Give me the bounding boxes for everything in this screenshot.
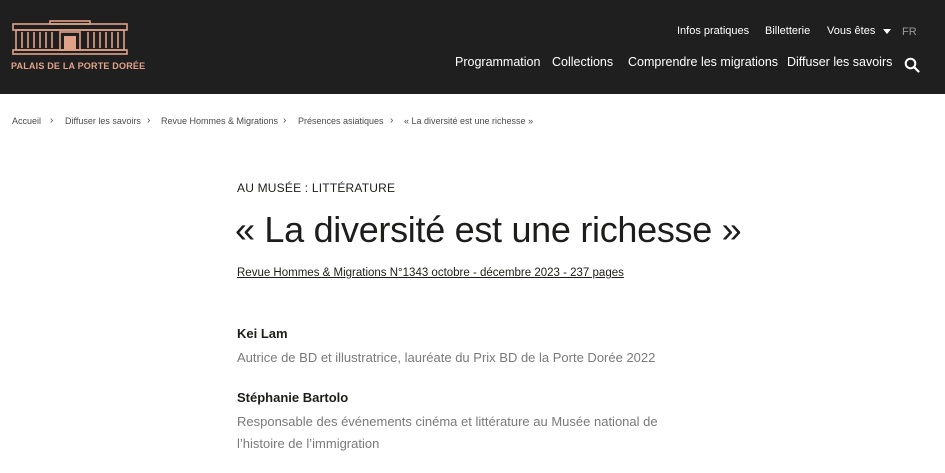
author-name: Stéphanie Bartolo [237, 390, 349, 405]
nav-vous-etes[interactable]: Vous êtes [827, 25, 892, 37]
article-category: AU MUSÉE : LITTÉRATURE [237, 181, 396, 195]
chevron-right-icon: › [390, 115, 394, 126]
chevron-right-icon: › [50, 115, 54, 126]
nav-billetterie[interactable]: Billetterie [765, 25, 810, 37]
breadcrumb-accueil[interactable]: Accueil [12, 116, 41, 126]
breadcrumb-presences-asiatiques[interactable]: Présences asiatiques [298, 116, 384, 126]
nav-diffuser-les-savoirs[interactable]: Diffuser les savoirs [787, 55, 892, 69]
site-header: PALAIS DE LA PORTE DORÉE Infos pratiques… [0, 0, 945, 94]
site-logo[interactable]: PALAIS DE LA PORTE DORÉE [11, 20, 145, 76]
author-role: Autrice de BD et illustratrice, lauréate… [237, 350, 656, 365]
nav-infos-pratiques[interactable]: Infos pratiques [677, 25, 749, 37]
chevron-right-icon: › [147, 115, 151, 126]
logo-text: PALAIS DE LA PORTE DORÉE [11, 61, 146, 71]
nav-vous-etes-label: Vous êtes [827, 25, 876, 37]
breadcrumb-current-page: « La diversité est une richesse » [404, 116, 534, 126]
language-switch[interactable]: FR [902, 26, 917, 38]
page-title: « La diversité est une richesse » [235, 209, 742, 250]
author-name: Kei Lam [237, 326, 288, 341]
palace-logo-icon [12, 20, 128, 55]
breadcrumb-diffuser-les-savoirs[interactable]: Diffuser les savoirs [65, 116, 141, 126]
chevron-down-icon [883, 28, 892, 34]
author-role: Responsable des événements cinéma et lit… [237, 414, 658, 451]
source-link[interactable]: Revue Hommes & Migrations N°1343 octobre… [237, 267, 624, 279]
nav-programmation[interactable]: Programmation [455, 55, 540, 69]
nav-collections[interactable]: Collections [552, 55, 613, 69]
chevron-right-icon: › [283, 115, 287, 126]
breadcrumb-revue-hommes-migrations[interactable]: Revue Hommes & Migrations [161, 116, 278, 126]
nav-comprendre-les-migrations[interactable]: Comprendre les migrations [628, 55, 778, 69]
search-icon[interactable] [904, 57, 920, 73]
